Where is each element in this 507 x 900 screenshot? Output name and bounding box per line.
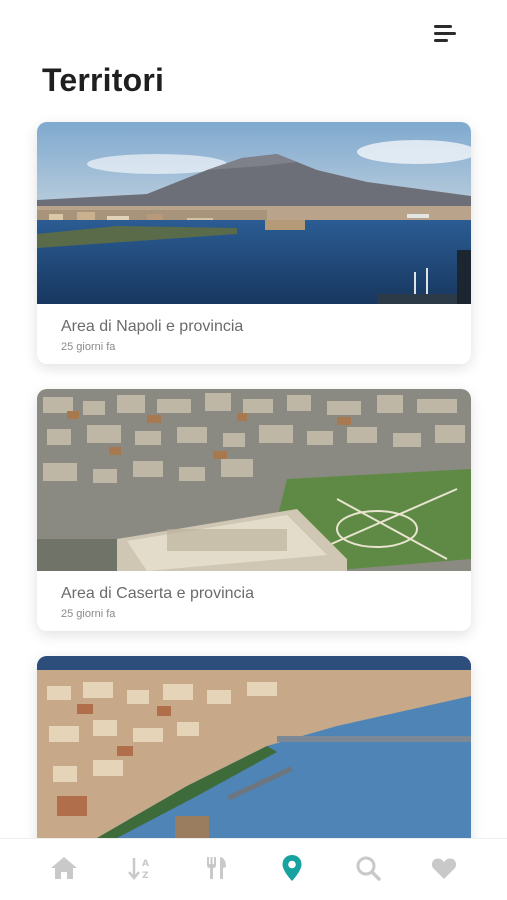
- map-pin-icon: [282, 855, 302, 881]
- tab-favorites[interactable]: [424, 851, 464, 885]
- territory-card-third[interactable]: [37, 656, 471, 838]
- bottom-tab-bar: A Z: [0, 838, 507, 900]
- tab-search[interactable]: [348, 851, 388, 885]
- search-icon: [356, 856, 381, 881]
- card-date: 25 giorni fa: [61, 608, 116, 620]
- territory-card-napoli[interactable]: Area di Napoli e provincia 25 giorni fa: [37, 122, 471, 364]
- tab-sort[interactable]: A Z: [120, 851, 160, 885]
- caserta-photo: [37, 389, 471, 571]
- card-date: 25 giorni fa: [61, 341, 116, 353]
- top-bar: [0, 0, 507, 60]
- territory-card-caserta[interactable]: Area di Caserta e provincia 25 giorni fa: [37, 389, 471, 631]
- svg-text:Z: Z: [142, 871, 149, 881]
- card-title: Area di Napoli e provincia: [61, 318, 244, 335]
- restaurant-icon: [207, 857, 226, 879]
- heart-icon: [431, 858, 457, 879]
- svg-text:A: A: [142, 859, 149, 869]
- sort-alpha-icon: A Z: [128, 858, 149, 881]
- coastal-city-photo: [37, 656, 471, 838]
- tab-map[interactable]: [272, 851, 312, 885]
- tab-restaurants[interactable]: [196, 851, 236, 885]
- napoli-photo: [37, 122, 471, 304]
- menu-button[interactable]: [432, 22, 458, 46]
- card-title: Area di Caserta e provincia: [61, 585, 254, 602]
- tab-home[interactable]: [44, 851, 84, 885]
- home-icon: [51, 857, 77, 879]
- page-title: Territori: [42, 62, 165, 98]
- territories-list[interactable]: Area di Napoli e provincia 25 giorni fa: [0, 108, 507, 838]
